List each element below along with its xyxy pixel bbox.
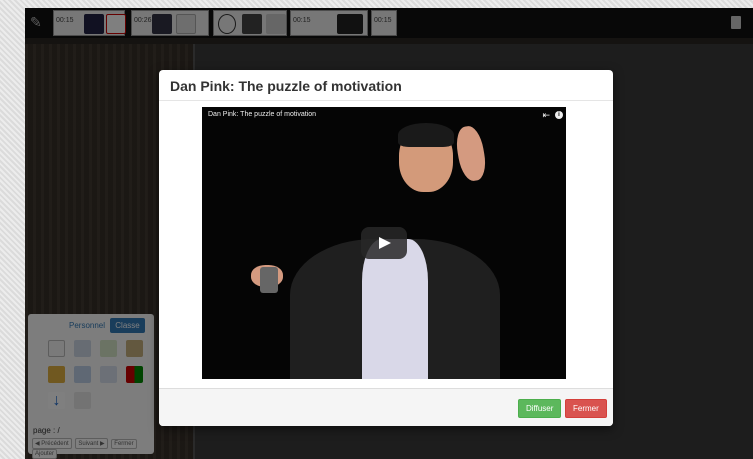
video-player[interactable]: Dan Pink: The puzzle of motivation ⇤ i xyxy=(202,107,566,379)
raised-hand xyxy=(453,124,489,183)
share-icon[interactable]: ⇤ xyxy=(542,110,550,121)
modal-title: Dan Pink: The puzzle of motivation xyxy=(170,78,402,94)
close-modal-button[interactable]: Fermer xyxy=(565,399,607,418)
video-title: Dan Pink: The puzzle of motivation xyxy=(208,111,317,118)
speaker-shirt xyxy=(362,239,428,379)
modal-header-divider xyxy=(159,100,613,101)
modal-footer: Diffuser Fermer xyxy=(159,388,613,426)
speaker-hair xyxy=(398,123,454,147)
play-button[interactable] xyxy=(361,227,407,259)
video-modal: Dan Pink: The puzzle of motivation Dan P… xyxy=(159,70,613,426)
broadcast-button[interactable]: Diffuser xyxy=(518,399,562,418)
info-icon[interactable]: i xyxy=(555,111,563,119)
remote-control-icon xyxy=(260,267,278,293)
